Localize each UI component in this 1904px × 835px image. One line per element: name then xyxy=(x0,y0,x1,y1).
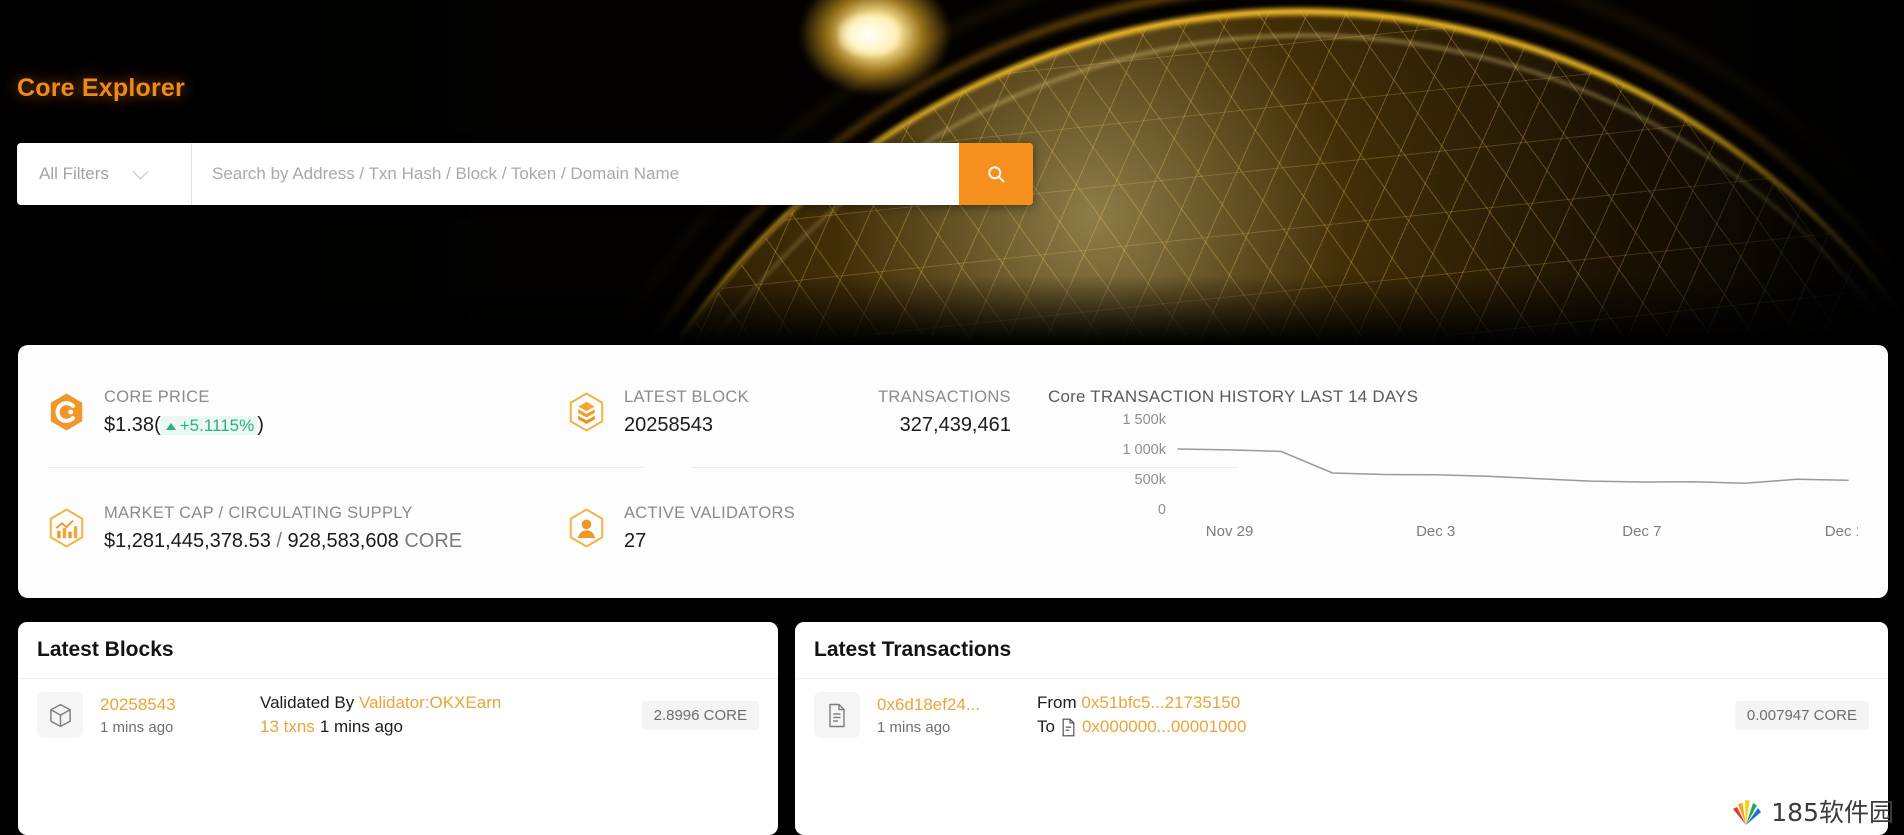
cube-icon xyxy=(37,692,83,738)
core-price-label: CORE PRICE xyxy=(104,388,210,406)
document-glyph xyxy=(829,703,845,727)
core-price-amount: $1.38 xyxy=(104,413,155,436)
txn-info: 0x6d18ef24... 1 mins ago xyxy=(877,695,987,736)
market-cap-value: $1,281,445,378.53 / 928,583,608 CORE xyxy=(104,529,462,553)
from-label: From xyxy=(1037,693,1077,712)
x-tick-label: Dec 3 xyxy=(1416,523,1455,540)
table-row[interactable]: 20258543 1 mins ago Validated By Validat… xyxy=(18,679,778,738)
all-filters-label: All Filters xyxy=(39,164,109,183)
y-tick-label: 0 xyxy=(1158,502,1166,518)
page-title: Core Explorer xyxy=(17,74,185,102)
to-address-link[interactable]: 0x000000...00001000 xyxy=(1082,717,1247,737)
chart-title: Core TRANSACTION HISTORY LAST 14 DAYS xyxy=(1048,387,1419,406)
validator-link[interactable]: Validator:OKXEarn xyxy=(359,693,501,712)
y-tick-label: 500k xyxy=(1135,472,1167,488)
block-txns-link[interactable]: 13 txns xyxy=(260,717,315,737)
active-validators-label: ACTIVE VALIDATORS xyxy=(624,504,796,522)
core-price-change-text: +5.1115% xyxy=(179,415,255,435)
stat-core-price: CORE PRICE $1.38( +5.1115%) xyxy=(48,387,264,437)
stats-card: CORE PRICE $1.38( +5.1115%) MARKET CAP / … xyxy=(18,345,1888,598)
block-validator-info: Validated By Validator:OKXEarn 13 txns 1… xyxy=(260,693,642,737)
chart-hex-icon xyxy=(49,508,84,548)
search-input[interactable] xyxy=(192,143,959,205)
paren-close: ) xyxy=(257,413,264,436)
cube-glyph xyxy=(49,703,71,727)
market-cap-separator: / xyxy=(276,529,282,552)
block-hex-icon xyxy=(569,392,604,432)
fan-logo-icon xyxy=(1733,800,1762,825)
txn-age: 1 mins ago xyxy=(877,718,951,736)
market-cap-amount: $1,281,445,378.53 xyxy=(104,529,271,552)
table-row[interactable]: 0x6d18ef24... 1 mins ago From 0x51bfc5..… xyxy=(795,679,1888,738)
search-icon xyxy=(988,166,1005,183)
to-label: To xyxy=(1037,717,1055,736)
x-tick-label: Dec 7 xyxy=(1622,523,1661,540)
block-info: 20258543 1 mins ago xyxy=(100,695,210,736)
block-txns-line: 13 txns 1 mins ago xyxy=(260,717,642,737)
supply-unit: CORE xyxy=(404,529,463,552)
txn-amount: 0.007947 CORE xyxy=(1734,700,1869,730)
hero-bottom-fade xyxy=(0,275,1904,345)
latest-transactions-panel: Latest Transactions 0x6d18ef24... 1 mins… xyxy=(795,622,1888,835)
latest-blocks-panel: Latest Blocks 20258543 1 mins ago Valida… xyxy=(18,622,778,835)
chart-line xyxy=(1177,448,1849,484)
block-txns-age: 1 mins ago xyxy=(319,717,403,736)
chevron-down-icon xyxy=(132,163,149,179)
transactions-label: TRANSACTIONS xyxy=(878,388,1011,406)
stat-active-validators: ACTIVE VALIDATORS 27 xyxy=(568,503,795,553)
y-axis-ticks: 0 500k 1 000k 1 500k xyxy=(1122,413,1166,518)
circulating-supply: 928,583,608 xyxy=(287,529,399,552)
paren-open: ( xyxy=(154,413,161,436)
x-tick-label: Dec 11 xyxy=(1825,523,1858,540)
latest-block-value: 20258543 xyxy=(624,413,713,436)
transaction-history-chart: Core TRANSACTION HISTORY LAST 14 DAYS 0 5… xyxy=(1048,387,1858,567)
user-hex-icon xyxy=(569,508,604,548)
latest-block-label: LATEST BLOCK xyxy=(624,388,749,406)
block-age: 1 mins ago xyxy=(100,718,174,736)
light-flare-core xyxy=(838,14,900,56)
market-cap-label: MARKET CAP / CIRCULATING SUPPLY xyxy=(104,504,413,522)
txn-addresses: From 0x51bfc5...21735150 To 0x000000...0… xyxy=(1037,693,1735,737)
stat-transactions: TRANSACTIONS 327,439,461 xyxy=(878,387,1011,437)
stat-latest-block: LATEST BLOCK 20258543 xyxy=(568,387,749,437)
document-icon xyxy=(814,692,860,738)
search-bar: All Filters xyxy=(17,143,1033,205)
block-number-link[interactable]: 20258543 xyxy=(100,695,210,715)
transactions-value: 327,439,461 xyxy=(899,413,1011,436)
x-axis-ticks: Nov 29 Dec 3 Dec 7 Dec 11 xyxy=(1206,523,1858,540)
y-tick-label: 1 500k xyxy=(1122,413,1166,428)
txn-hash-link[interactable]: 0x6d18ef24... xyxy=(877,695,987,715)
core-coin-icon xyxy=(50,393,83,431)
arrow-up-icon xyxy=(165,422,176,430)
watermark-text: 185软件园 xyxy=(1771,798,1894,827)
from-address-link[interactable]: 0x51bfc5...21735150 xyxy=(1081,693,1240,712)
contract-icon xyxy=(1062,718,1075,736)
latest-transactions-title: Latest Transactions xyxy=(795,622,1888,679)
search-button[interactable] xyxy=(959,143,1033,205)
txn-to-line: To 0x000000...00001000 xyxy=(1037,717,1735,737)
core-price-change: +5.1115% xyxy=(160,415,258,435)
stat-market-cap: MARKET CAP / CIRCULATING SUPPLY $1,281,4… xyxy=(48,503,462,553)
x-tick-label: Nov 29 xyxy=(1206,523,1254,540)
chart-canvas: 0 500k 1 000k 1 500k Nov 29 Dec 3 Dec 7 Dec 11 xyxy=(1122,413,1858,540)
active-validators-value: 27 xyxy=(624,529,647,552)
block-reward: 2.8996 CORE xyxy=(641,700,759,730)
all-filters-dropdown[interactable]: All Filters xyxy=(17,143,192,205)
txn-from-line: From 0x51bfc5...21735150 xyxy=(1037,693,1735,713)
y-tick-label: 1 000k xyxy=(1122,442,1166,458)
divider-left xyxy=(48,467,643,468)
latest-blocks-title: Latest Blocks xyxy=(18,622,778,679)
watermark: 185软件园 xyxy=(1729,793,1894,829)
validated-by-label: Validated By xyxy=(260,693,355,712)
core-price-value: $1.38( +5.1115%) xyxy=(104,413,264,437)
validated-by-line: Validated By Validator:OKXEarn xyxy=(260,693,642,713)
